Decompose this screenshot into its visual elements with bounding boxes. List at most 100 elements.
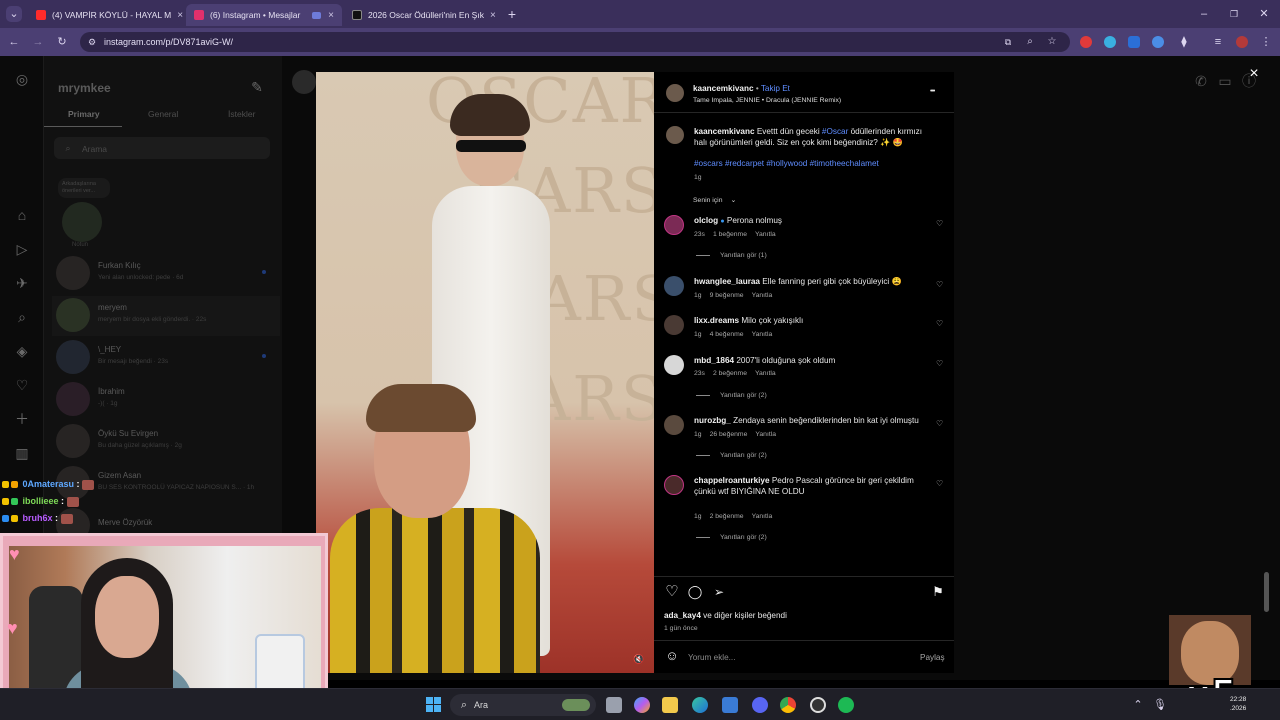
tab-close-icon[interactable]: × [177,10,183,21]
commenter-avatar[interactable] [664,475,684,495]
like-comment-heart-icon[interactable]: ♡ [936,359,943,368]
instagram-logo-icon[interactable]: ◎ [13,70,31,88]
comment-username[interactable]: nurozbg_ [694,416,731,425]
notifications-heart-icon[interactable]: ♡ [13,376,31,394]
caption-hashtags[interactable]: #oscars #redcarpet #hollywood #timotheec… [694,158,879,169]
home-icon[interactable]: ⌂ [13,206,31,224]
new-message-icon[interactable]: ✎ [248,78,266,96]
close-icon[interactable]: × [1246,66,1262,82]
forward-icon[interactable]: → [30,34,46,50]
zoom-icon[interactable]: ⌕ [1022,34,1038,50]
caption-username[interactable]: kaancemkivanc [694,127,755,136]
emoji-icon[interactable]: ☺ [663,647,681,665]
messages-icon[interactable]: ✈ [13,274,31,292]
account-username[interactable]: mrymkee [58,81,111,95]
reply-button[interactable]: Yanıtla [752,292,773,299]
reply-button[interactable]: Yanıtla [755,370,776,377]
liked-by-user[interactable]: ada_kay4 [664,611,701,620]
like-comment-heart-icon[interactable]: ♡ [936,280,943,289]
extension-shield-icon[interactable] [1152,36,1164,48]
minimize-icon[interactable]: – [1196,6,1212,22]
comment-username[interactable]: olclog [694,216,718,225]
conversation-item[interactable]: \_HEY Bir mesajı beğendi · 23s [52,338,280,378]
bookmark-star-icon[interactable]: ☆ [1044,34,1060,50]
taskbar-search[interactable]: ⌕ Ara [450,694,596,716]
comment-likes[interactable]: 2 beğenme [713,370,747,377]
restore-icon[interactable]: ❐ [1226,6,1242,22]
like-comment-heart-icon[interactable]: ♡ [936,479,943,488]
reload-icon[interactable]: ↻ [54,34,70,50]
spotify-icon[interactable] [838,697,854,713]
mute-icon[interactable]: 🔇 [632,652,646,666]
media-control-icon[interactable]: ≡ [1210,34,1226,50]
discord-icon[interactable] [752,697,768,713]
explore-icon[interactable]: ◈ [13,342,31,360]
dashboard-icon[interactable]: ▥ [13,444,31,462]
caption-avatar[interactable] [666,126,684,144]
obs-icon[interactable] [810,697,826,713]
like-comment-heart-icon[interactable]: ♡ [936,219,943,228]
menu-kebab-icon[interactable]: ⋮ [1258,34,1274,50]
comment-likes[interactable]: 9 beğenme [710,292,744,299]
commenter-avatar[interactable] [664,315,684,335]
comment-likes[interactable]: 2 beğenme [710,513,744,520]
note-avatar[interactable] [62,202,102,242]
window-close-icon[interactable]: ✕ [1256,6,1272,22]
post-comment-button[interactable]: Paylaş [920,652,945,663]
save-bookmark-icon[interactable]: ⚑ [929,583,947,601]
comment-username[interactable]: mbd_1864 [694,356,734,365]
comment-likes[interactable]: 1 beğenme [713,231,747,238]
follow-button[interactable]: Takip Et [761,84,790,93]
author-username[interactable]: kaancemkivanc [693,84,754,93]
reply-button[interactable]: Yanıtla [755,231,776,238]
task-view-icon[interactable] [606,697,622,713]
video-call-icon[interactable]: ▭ [1216,72,1234,90]
caption-hashtag[interactable]: #Oscar [822,127,848,136]
commenter-avatar[interactable] [664,276,684,296]
extension-translate-icon[interactable] [1104,36,1116,48]
comment-sort-dropdown[interactable]: Senin için ⌄ [693,196,744,204]
profile-avatar[interactable] [1236,36,1248,48]
conversation-item[interactable]: Furkan Kılıç Yeni alan unlocked: pede · … [52,254,280,294]
comment-username[interactable]: hwanglee_lauraa [694,277,760,286]
like-heart-icon[interactable]: ♡ [663,583,681,601]
audio-call-icon[interactable]: ✆ [1192,72,1210,90]
create-plus-icon[interactable]: ＋ [13,410,31,428]
conversation-item[interactable]: İbrahim -)( · 1g [52,380,280,420]
reply-button[interactable]: Yanıtla [752,513,773,520]
view-replies-button[interactable]: Yanıtları gör (2) [696,534,767,541]
comment-input[interactable]: Yorum ekle... [688,652,735,663]
commenter-avatar[interactable] [664,415,684,435]
back-icon[interactable]: ← [6,34,22,50]
edge-icon[interactable] [692,697,708,713]
chrome-icon[interactable] [780,697,796,713]
reels-icon[interactable]: ▷ [13,240,31,258]
extensions-puzzle-icon[interactable]: ⧫ [1176,34,1192,50]
conversation-item[interactable]: meryem meryem bir dosya ekli gönderdi. ·… [52,296,280,336]
reply-button[interactable]: Yanıtla [755,431,776,438]
copilot-icon[interactable] [634,697,650,713]
new-tab-icon[interactable]: + [504,6,520,22]
liked-by-rest[interactable]: ve diğer kişiler beğendi [703,611,787,620]
tab-instagram[interactable]: (6) Instagram • Mesajlar × [186,4,342,26]
extension-blue-icon[interactable] [1128,36,1140,48]
comment-username[interactable]: lixx.dreams [694,316,739,325]
like-comment-heart-icon[interactable]: ♡ [936,419,943,428]
store-icon[interactable] [722,697,738,713]
commenter-avatar[interactable] [664,355,684,375]
comment-likes[interactable]: 4 beğenme [710,331,744,338]
comment-icon[interactable]: ◯ [686,583,704,601]
system-clock[interactable]: 22:28 .2026 [1230,695,1246,713]
tab-list-chevron-icon[interactable]: ⌄ [6,6,22,22]
tab-close-icon[interactable]: × [490,10,496,21]
extension-red-icon[interactable] [1080,36,1092,48]
microphone-icon[interactable]: 🎙 [1152,697,1168,713]
comment-username[interactable]: chappelroanturkiye [694,476,770,485]
comment-likes[interactable]: 26 beğenme [710,431,748,438]
view-replies-button[interactable]: Yanıtları gör (1) [696,252,767,259]
view-replies-button[interactable]: Yanıtları gör (2) [696,392,767,399]
share-icon[interactable]: ➢ [710,583,728,601]
tab-requests[interactable]: İstekler [228,109,255,119]
reply-button[interactable]: Yanıtla [752,331,773,338]
view-replies-button[interactable]: Yanıtları gör (2) [696,452,767,459]
